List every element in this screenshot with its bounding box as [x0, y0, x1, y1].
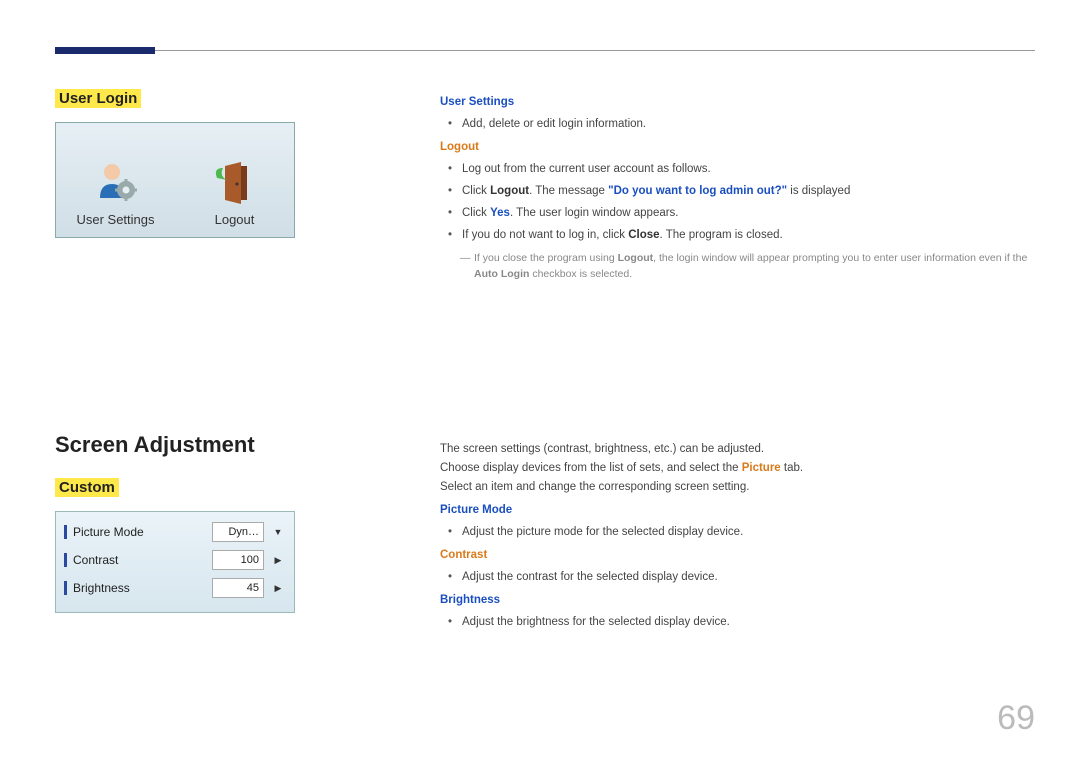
screenshot-item-user-settings: User Settings	[56, 123, 175, 237]
spinner-arrow-icon: ▶	[270, 578, 286, 598]
subhead-contrast: Contrast	[440, 546, 1035, 565]
heading-screen-adjustment: Screen Adjustment	[55, 432, 395, 458]
subhead-logout: Logout	[440, 138, 1035, 157]
heading-custom: Custom	[55, 478, 119, 497]
ss-value-contrast: 100	[212, 550, 264, 570]
section-user-login: User Login User Settings	[55, 89, 1035, 282]
screenshot-label-logout: Logout	[215, 212, 255, 227]
ss-label-brightness: Brightness	[73, 581, 206, 595]
p-screen-1: The screen settings (contrast, brightnes…	[440, 440, 1035, 459]
ss-row-brightness: Brightness 45 ▶	[64, 574, 286, 602]
screenshot-item-logout: Logout	[175, 123, 294, 237]
note-logout: If you close the program using Logout, t…	[440, 250, 1035, 283]
row-indicator-icon	[64, 581, 67, 595]
subhead-picture-mode: Picture Mode	[440, 501, 1035, 520]
bullet-co-1: Adjust the contrast for the selected dis…	[462, 568, 1035, 587]
screenshot-user-login: User Settings Logout	[55, 122, 295, 238]
row-indicator-icon	[64, 553, 67, 567]
spinner-arrow-icon: ▶	[270, 550, 286, 570]
ss-row-contrast: Contrast 100 ▶	[64, 546, 286, 574]
ss-label-contrast: Contrast	[73, 553, 206, 567]
subhead-user-settings: User Settings	[440, 93, 1035, 112]
bullet-us-1: Add, delete or edit login information.	[462, 115, 1035, 134]
p-screen-2: Choose display devices from the list of …	[440, 459, 1035, 478]
dropdown-arrow-icon: ▼	[270, 522, 286, 542]
ss-value-picture-mode: Dyn…	[212, 522, 264, 542]
bullet-lo-4: If you do not want to log in, click Clos…	[462, 226, 1035, 245]
ss-row-picture-mode: Picture Mode Dyn… ▼	[64, 518, 286, 546]
ss-label-picture-mode: Picture Mode	[73, 525, 206, 539]
bullet-lo-2: Click Logout. The message "Do you want t…	[462, 182, 1035, 201]
bullet-pm-1: Adjust the picture mode for the selected…	[462, 523, 1035, 542]
heading-user-login: User Login	[55, 89, 141, 108]
logout-door-icon	[211, 158, 259, 206]
section-screen-adjustment: Screen Adjustment Custom Picture Mode Dy…	[55, 432, 1035, 635]
screenshot-custom: Picture Mode Dyn… ▼ Contrast 100 ▶ Brigh…	[55, 511, 295, 613]
bullet-lo-1: Log out from the current user account as…	[462, 160, 1035, 179]
subhead-brightness: Brightness	[440, 591, 1035, 610]
p-screen-3: Select an item and change the correspond…	[440, 478, 1035, 497]
header-rule	[55, 50, 1035, 51]
user-gear-icon	[92, 158, 140, 206]
bullet-br-1: Adjust the brightness for the selected d…	[462, 613, 1035, 632]
ss-value-brightness: 45	[212, 578, 264, 598]
bullet-lo-3: Click Yes. The user login window appears…	[462, 204, 1035, 223]
row-indicator-icon	[64, 525, 67, 539]
page-number: 69	[997, 699, 1035, 738]
screenshot-label-user-settings: User Settings	[76, 212, 154, 227]
